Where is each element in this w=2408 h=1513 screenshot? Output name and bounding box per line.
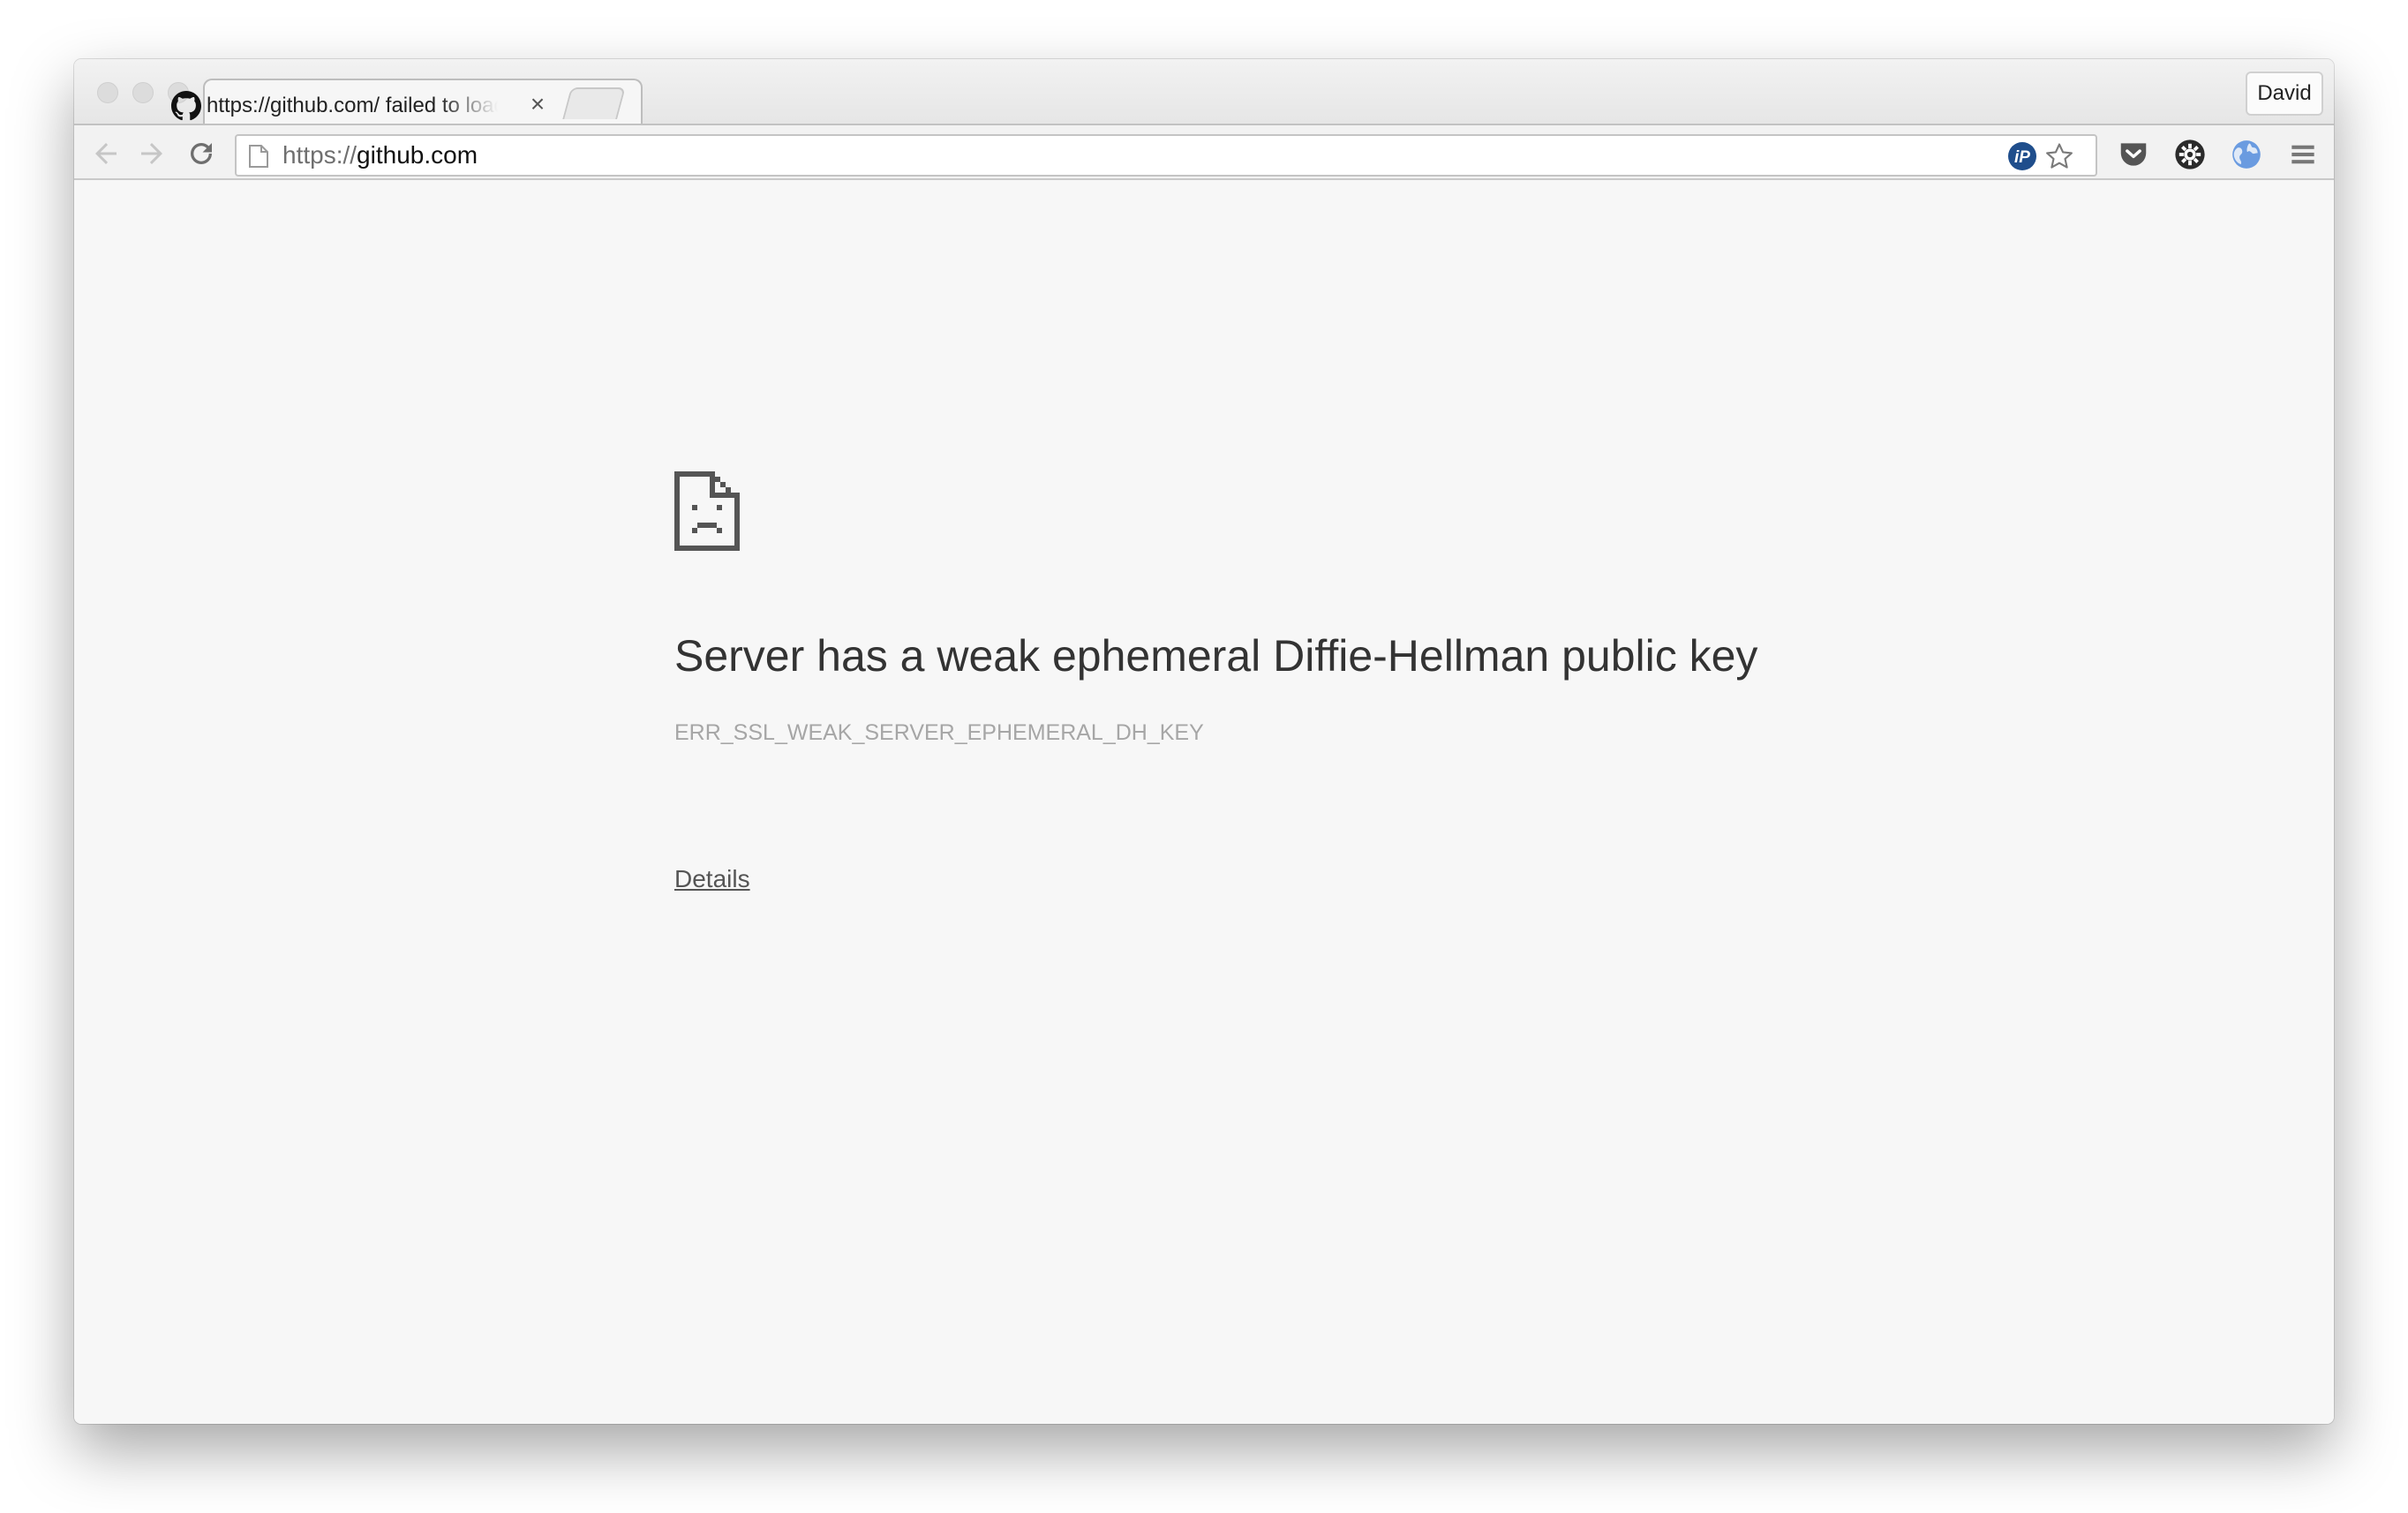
toolbar: https://github.com iP [74, 124, 2334, 180]
close-window-button[interactable] [97, 82, 118, 103]
tab-close-icon[interactable]: × [524, 89, 551, 119]
star-icon[interactable] [2044, 141, 2074, 171]
url-text[interactable]: https://github.com [282, 136, 478, 175]
minimize-window-button[interactable] [132, 82, 154, 103]
profile-button[interactable]: David [2246, 72, 2323, 116]
github-icon [171, 91, 201, 121]
new-tab-button[interactable] [562, 87, 626, 119]
address-bar[interactable]: https://github.com iP [235, 134, 2097, 177]
arrow-left-icon[interactable] [90, 138, 122, 169]
url-scheme: https:// [282, 141, 357, 169]
url-host: github.com [357, 141, 478, 169]
error-page: Server has a weak ephemeral Diffie-Hellm… [74, 180, 2334, 1424]
browser-window: https://github.com/ failed to load × Dav… [74, 59, 2334, 1424]
ip-icon[interactable]: iP [2007, 141, 2037, 171]
menu-icon[interactable] [2286, 138, 2320, 171]
reload-icon[interactable] [185, 138, 217, 169]
svg-text:iP: iP [2014, 148, 2030, 167]
error-headline: Server has a weak ephemeral Diffie-Hellm… [674, 631, 1758, 681]
sad-document-icon [674, 471, 740, 551]
globe-icon[interactable] [2230, 138, 2263, 171]
page-icon [249, 145, 268, 168]
tab-title: https://github.com/ failed to load [207, 94, 498, 117]
details-link[interactable]: Details [674, 865, 750, 893]
gear-icon[interactable] [2173, 138, 2207, 171]
pocket-icon[interactable] [2117, 138, 2150, 171]
arrow-right-icon[interactable] [136, 138, 168, 169]
error-code: ERR_SSL_WEAK_SERVER_EPHEMERAL_DH_KEY [674, 720, 1204, 745]
tab-strip: https://github.com/ failed to load × Dav… [74, 59, 2334, 124]
